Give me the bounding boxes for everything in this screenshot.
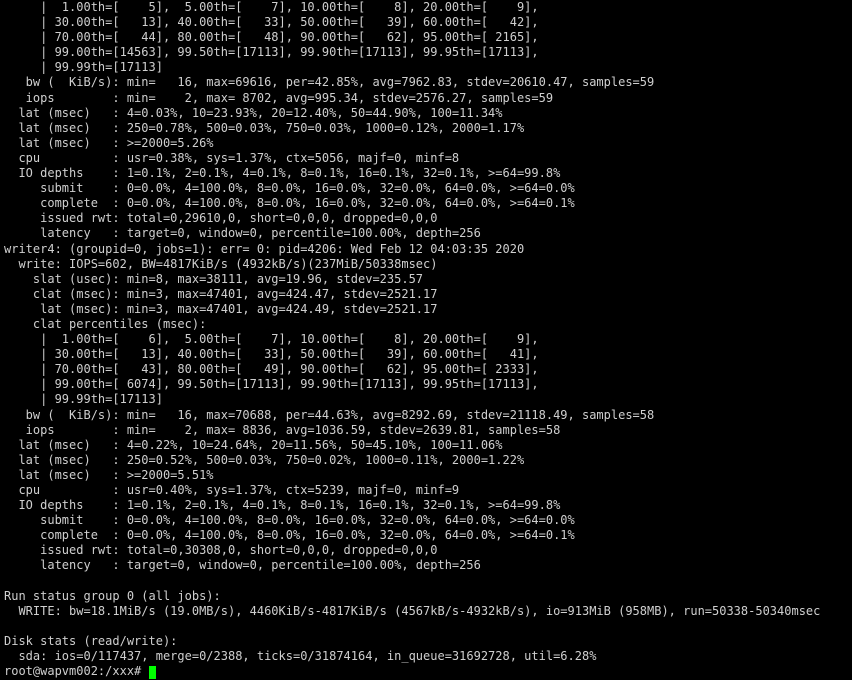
terminal-line: bw ( KiB/s): min= 16, max=70688, per=44.… xyxy=(4,408,848,423)
terminal-line: cpu : usr=0.40%, sys=1.37%, ctx=5239, ma… xyxy=(4,483,848,498)
terminal-line: cpu : usr=0.38%, sys=1.37%, ctx=5056, ma… xyxy=(4,151,848,166)
terminal-line: iops : min= 2, max= 8836, avg=1036.59, s… xyxy=(4,423,848,438)
cursor-icon xyxy=(149,666,156,679)
terminal-line: submit : 0=0.0%, 4=100.0%, 8=0.0%, 16=0.… xyxy=(4,181,848,196)
terminal-line: lat (msec) : 4=0.03%, 10=23.93%, 20=12.4… xyxy=(4,106,848,121)
terminal-line: issued rwt: total=0,30308,0, short=0,0,0… xyxy=(4,543,848,558)
terminal-prompt: root@wapvm002:/xxx# xyxy=(4,664,149,678)
terminal-line: sda: ios=0/117437, merge=0/2388, ticks=0… xyxy=(4,649,848,664)
terminal-line: | 70.00th=[ 44], 80.00th=[ 48], 90.00th=… xyxy=(4,30,848,45)
terminal-line: clat percentiles (msec): xyxy=(4,317,848,332)
terminal-line: write: IOPS=602, BW=4817KiB/s (4932kB/s)… xyxy=(4,257,848,272)
terminal-line: lat (msec): min=3, max=47401, avg=424.49… xyxy=(4,302,848,317)
terminal-line: issued rwt: total=0,29610,0, short=0,0,0… xyxy=(4,211,848,226)
terminal-line: WRITE: bw=18.1MiB/s (19.0MB/s), 4460KiB/… xyxy=(4,604,848,619)
terminal-line: | 70.00th=[ 43], 80.00th=[ 49], 90.00th=… xyxy=(4,362,848,377)
terminal-line: | 1.00th=[ 5], 5.00th=[ 7], 10.00th=[ 8]… xyxy=(4,0,848,15)
terminal-line: | 99.00th=[ 6074], 99.50th=[17113], 99.9… xyxy=(4,377,848,392)
terminal-line: IO depths : 1=0.1%, 2=0.1%, 4=0.1%, 8=0.… xyxy=(4,166,848,181)
terminal-line: lat (msec) : 250=0.78%, 500=0.03%, 750=0… xyxy=(4,121,848,136)
terminal-line: | 1.00th=[ 6], 5.00th=[ 7], 10.00th=[ 8]… xyxy=(4,332,848,347)
terminal-line: lat (msec) : >=2000=5.26% xyxy=(4,136,848,151)
terminal-line: IO depths : 1=0.1%, 2=0.1%, 4=0.1%, 8=0.… xyxy=(4,498,848,513)
terminal-line xyxy=(4,574,848,589)
terminal-line: | 30.00th=[ 13], 40.00th=[ 33], 50.00th=… xyxy=(4,347,848,362)
terminal-line: lat (msec) : 250=0.52%, 500=0.03%, 750=0… xyxy=(4,453,848,468)
terminal-line: latency : target=0, window=0, percentile… xyxy=(4,226,848,241)
terminal-line: slat (usec): min=8, max=38111, avg=19.96… xyxy=(4,272,848,287)
terminal-line: bw ( KiB/s): min= 16, max=69616, per=42.… xyxy=(4,75,848,90)
terminal-line: | 99.99th=[17113] xyxy=(4,392,848,407)
terminal-line xyxy=(4,619,848,634)
terminal-line: | 30.00th=[ 13], 40.00th=[ 33], 50.00th=… xyxy=(4,15,848,30)
terminal-line: iops : min= 2, max= 8702, avg=995.34, st… xyxy=(4,91,848,106)
terminal-prompt-line[interactable]: root@wapvm002:/xxx# xyxy=(4,664,848,679)
terminal-line: writer4: (groupid=0, jobs=1): err= 0: pi… xyxy=(4,242,848,257)
terminal-line: Run status group 0 (all jobs): xyxy=(4,589,848,604)
terminal-line: latency : target=0, window=0, percentile… xyxy=(4,558,848,573)
terminal-line: complete : 0=0.0%, 4=100.0%, 8=0.0%, 16=… xyxy=(4,528,848,543)
terminal-line: lat (msec) : 4=0.22%, 10=24.64%, 20=11.5… xyxy=(4,438,848,453)
terminal-line: submit : 0=0.0%, 4=100.0%, 8=0.0%, 16=0.… xyxy=(4,513,848,528)
terminal-line: Disk stats (read/write): xyxy=(4,634,848,649)
terminal-line: | 99.00th=[14563], 99.50th=[17113], 99.9… xyxy=(4,45,848,60)
terminal-line: clat (msec): min=3, max=47401, avg=424.4… xyxy=(4,287,848,302)
terminal-line: | 99.99th=[17113] xyxy=(4,60,848,75)
terminal-output: | 1.00th=[ 5], 5.00th=[ 7], 10.00th=[ 8]… xyxy=(0,0,852,679)
terminal-line: complete : 0=0.0%, 4=100.0%, 8=0.0%, 16=… xyxy=(4,196,848,211)
terminal-line: lat (msec) : >=2000=5.51% xyxy=(4,468,848,483)
